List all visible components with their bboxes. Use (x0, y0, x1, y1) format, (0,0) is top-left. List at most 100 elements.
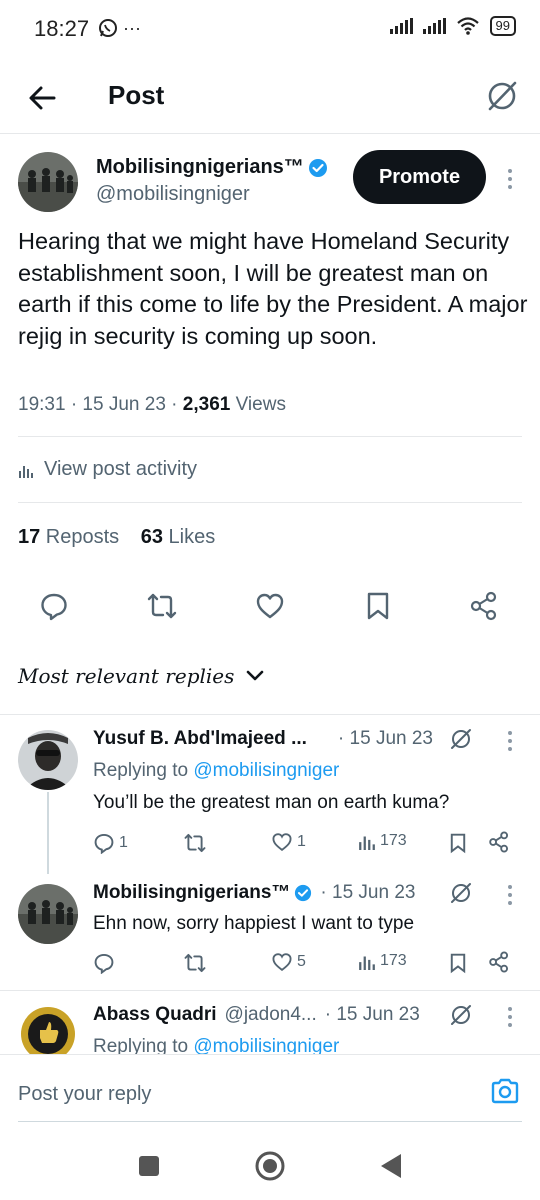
reply-more-button[interactable] (505, 730, 515, 757)
reply-likes-count: 5 (297, 953, 306, 970)
post-more-button[interactable] (505, 168, 515, 190)
back-button[interactable] (24, 80, 60, 116)
home-circle-icon (255, 1151, 285, 1181)
post-author-avatar[interactable] (18, 152, 78, 212)
reply-input[interactable]: Post your reply (18, 1083, 151, 1106)
thread-line (47, 792, 49, 874)
reply-composer: Post your reply (0, 1054, 540, 1134)
engagement-counts: 17 Reposts 63 Likes (18, 526, 215, 549)
camera-icon (491, 1078, 519, 1104)
reply-avatar[interactable] (18, 730, 78, 790)
analytics-icon (19, 465, 33, 478)
reply-more-button[interactable] (505, 884, 515, 911)
reply-grok-button[interactable] (448, 726, 474, 757)
bookmark-icon (450, 953, 466, 974)
reply-date: · 15 Jun 23 (320, 882, 416, 903)
reply-like-button[interactable]: 5 (271, 952, 306, 972)
reply-repost-button[interactable] (183, 952, 211, 974)
heart-icon (256, 593, 284, 619)
more-vertical-icon (508, 731, 512, 751)
reposts-link[interactable]: 17 Reposts (18, 526, 119, 548)
replies-sort-label: Most relevant replies (18, 664, 235, 688)
replying-to-handle[interactable]: @mobilisingniger (193, 760, 339, 781)
verified-badge-icon (308, 158, 327, 177)
reply-header: Yusuf B. Abd'lmajeed ... · 15 Jun 23 (93, 728, 493, 750)
reposts-label: Reposts (40, 526, 120, 548)
likes-link[interactable]: 63 Likes (141, 526, 216, 548)
avatar-image (18, 1004, 78, 1054)
view-post-activity[interactable]: View post activity (18, 458, 197, 481)
reply-avatar[interactable] (18, 884, 78, 944)
media-button[interactable] (490, 1077, 520, 1110)
reply-reply-button[interactable] (93, 952, 119, 974)
reply-date: · 15 Jun 23 (324, 1004, 420, 1025)
reply-avatar[interactable] (18, 1004, 78, 1054)
divider (18, 502, 522, 503)
reply-like-button[interactable]: 1 (271, 832, 306, 852)
reply-reply-button[interactable]: 1 (93, 832, 128, 854)
reply-views-button[interactable]: 173 (358, 832, 407, 850)
home-button[interactable] (254, 1150, 286, 1187)
more-vertical-icon (508, 885, 512, 905)
top-bar: Post (0, 60, 540, 134)
reply-author-name[interactable]: Mobilisingnigerians™ (93, 882, 290, 904)
reply-replies-count: 1 (119, 834, 128, 851)
whatsapp-icon (99, 19, 117, 37)
reply-grok-button[interactable] (448, 1002, 474, 1033)
status-left-icons: ··· (98, 18, 141, 39)
recents-button[interactable] (137, 1154, 161, 1183)
like-button[interactable] (252, 588, 288, 624)
analytics-icon (359, 836, 375, 850)
divider (0, 714, 540, 715)
reply-repost-button[interactable] (183, 832, 211, 854)
reply-bookmark-button[interactable] (449, 952, 467, 979)
repost-button[interactable] (144, 588, 180, 624)
heart-icon (272, 953, 292, 972)
post-author[interactable]: Mobilisingnigerians™ @mobilisingniger (96, 156, 328, 206)
repost-icon (147, 593, 177, 619)
reply-more-button[interactable] (505, 1006, 515, 1033)
reply-header: Abass Quadri @jadon4... · 15 Jun 23 (93, 1004, 420, 1026)
avatar-image (18, 884, 78, 944)
reply-author-name[interactable]: Yusuf B. Abd'lmajeed ... (93, 728, 307, 750)
avatar-image (18, 152, 78, 212)
promote-button[interactable]: Promote (353, 150, 486, 204)
bookmark-button[interactable] (360, 588, 396, 624)
post-time: 19:31 · 15 Jun 23 · (18, 394, 183, 415)
grok-icon (488, 81, 517, 111)
reply-header: Mobilisingnigerians™ · 15 Jun 23 (93, 882, 415, 904)
grok-icon (451, 729, 471, 749)
replies-sort-dropdown[interactable]: Most relevant replies (18, 664, 264, 688)
grok-icon (451, 1005, 471, 1025)
grok-button[interactable] (482, 76, 522, 121)
avatar-image (18, 730, 78, 790)
triangle-back-icon (381, 1154, 401, 1178)
status-more: ··· (123, 18, 141, 38)
likes-label: Likes (163, 526, 216, 548)
input-underline (18, 1121, 522, 1122)
share-icon (489, 951, 509, 973)
reply-grok-button[interactable] (448, 880, 474, 911)
reply-author-name[interactable]: Abass Quadri (93, 1004, 217, 1026)
reply-views-button[interactable]: 173 (358, 952, 407, 970)
share-button[interactable] (466, 588, 502, 624)
reply-actions: 5 173 (93, 950, 523, 978)
reposts-count: 17 (18, 526, 41, 548)
author-name: Mobilisingnigerians™ (96, 156, 304, 178)
post-meta: 19:31 · 15 Jun 23 · 2,361 Views (18, 394, 286, 416)
reply-button[interactable] (36, 588, 72, 624)
reply-icon (94, 833, 114, 854)
verified-badge-icon (295, 884, 312, 902)
reply-share-button[interactable] (488, 951, 510, 978)
signal-2-icon (422, 18, 446, 34)
bookmark-icon (367, 592, 389, 620)
bookmark-icon (450, 833, 466, 854)
back-nav-button[interactable] (378, 1152, 404, 1185)
reply-actions: 1 1 173 (93, 830, 523, 858)
signal-1-icon (389, 18, 413, 34)
grok-icon (451, 883, 471, 903)
more-vertical-icon (508, 1007, 512, 1027)
repost-icon (184, 833, 206, 853)
reply-share-button[interactable] (488, 831, 510, 858)
reply-bookmark-button[interactable] (449, 832, 467, 859)
